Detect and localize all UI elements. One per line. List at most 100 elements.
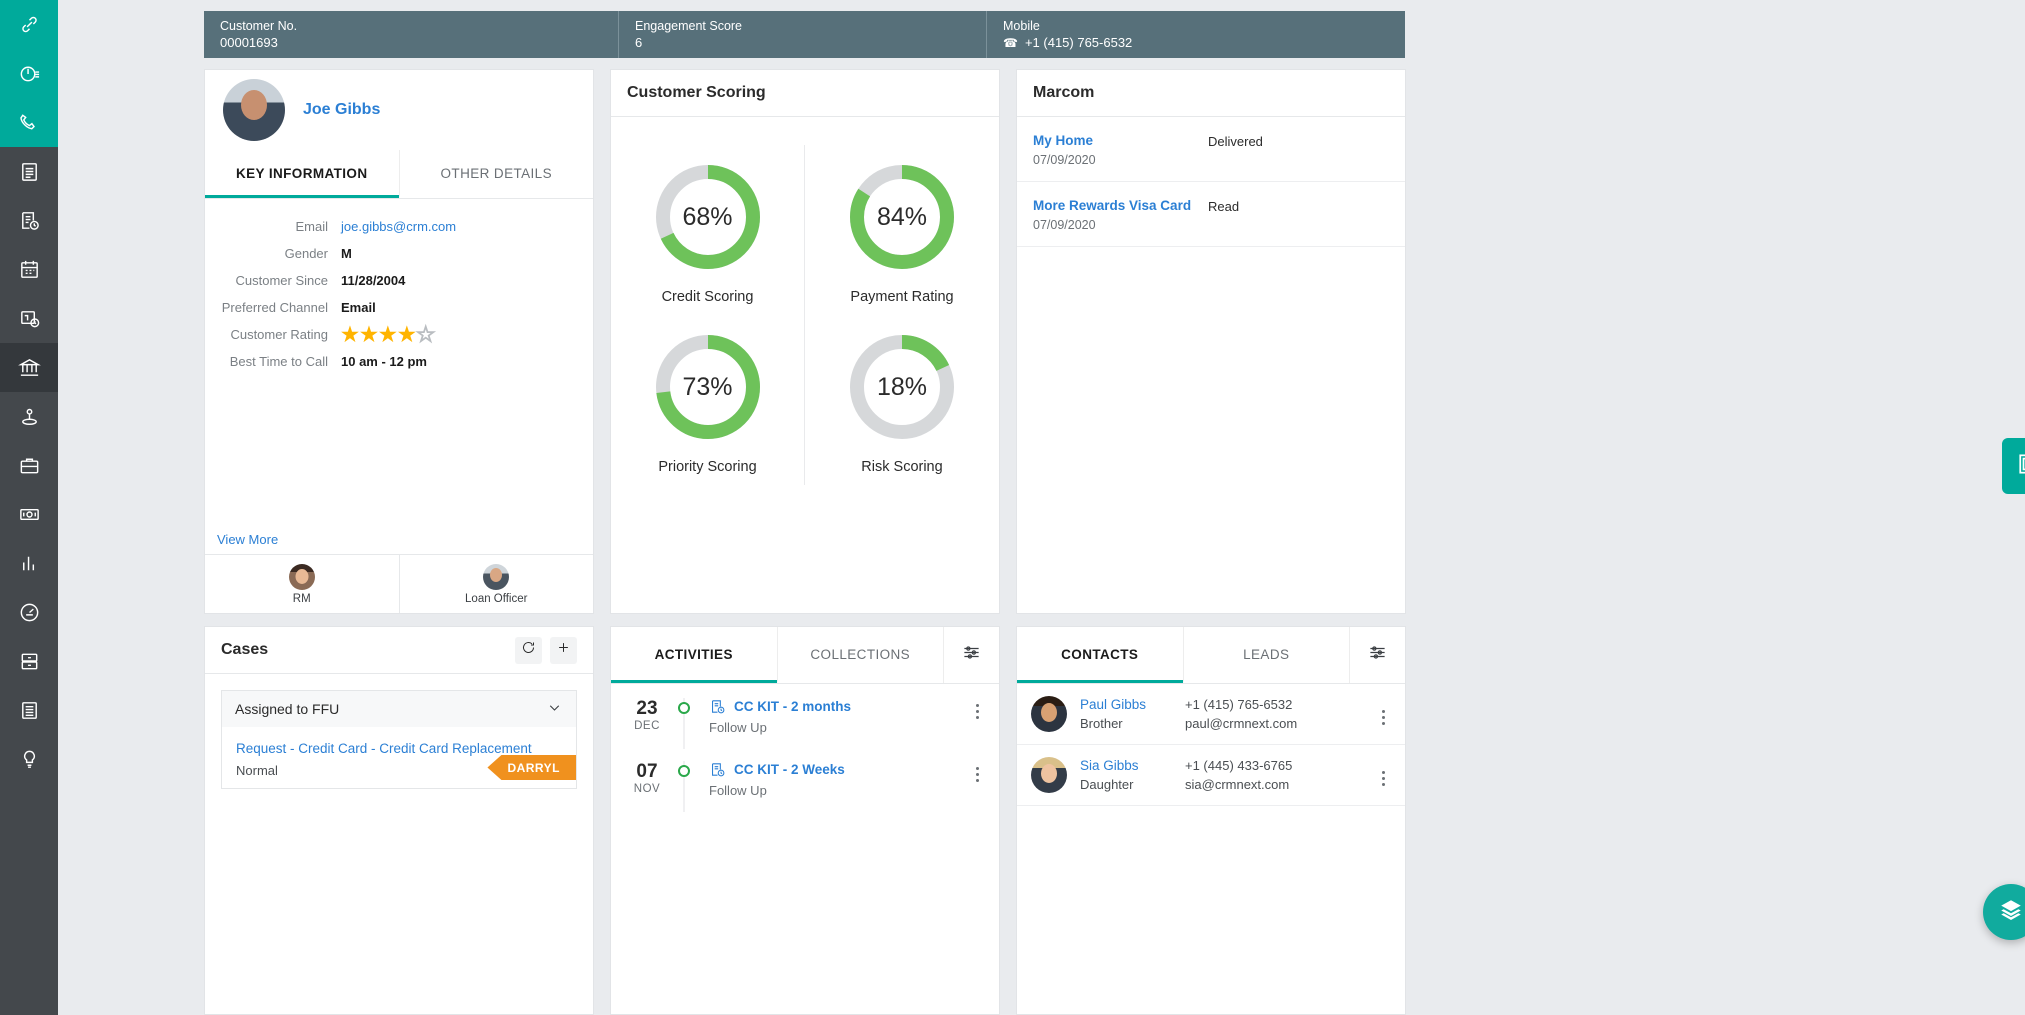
list-item[interactable]: Sia Gibbs Daughter +1 (445) 433-6765 sia… [1017,745,1405,806]
activity-timeline-track [669,761,699,798]
tab-other-details[interactable]: OTHER DETAILS [398,150,594,198]
activity-more-button[interactable] [965,698,989,719]
tab-activities[interactable]: ACTIVITIES [611,627,777,683]
cash-icon [18,503,41,526]
star-filled-icon[interactable]: ★ [341,325,359,345]
marcom-name[interactable]: My Home [1033,133,1208,148]
sidebar-item-documents[interactable] [0,686,58,735]
marcom-card: Marcom My Home 07/09/2020 Delivered More… [1016,69,1406,614]
star-filled-icon[interactable]: ★ [360,325,378,345]
donut-ring: 73% [654,333,762,441]
sidebar-item-insights[interactable] [0,735,58,784]
owner-loan-officer[interactable]: Loan Officer [398,555,594,613]
task-clock-icon [18,209,41,232]
field-gender: Gender M [205,240,593,267]
field-preferred-channel-value: Email [341,300,376,315]
status-dot-icon [678,702,690,714]
contact-more-button[interactable] [1371,704,1395,725]
cases-card: Cases Assigned to FFU Request - Credit C… [204,626,594,1015]
activities-filter-button[interactable] [943,627,999,683]
sidebar-item-bank[interactable] [0,343,58,392]
case-group-header[interactable]: Assigned to FFU [222,691,576,727]
customer-scoring-header: Customer Scoring [611,70,999,117]
summary-mobile-label: Mobile [1003,18,1040,33]
sidebar-item-archive[interactable] [0,637,58,686]
activity-titleline: CC KIT - 2 Weeks [709,761,965,778]
field-email: Email joe.gibbs@crm.com [205,213,593,240]
star-empty-icon[interactable]: ★ [416,324,435,345]
panel-toggle-button[interactable] [2002,438,2025,494]
bulb-icon [18,748,41,771]
list-item[interactable]: 23 DEC CC KIT - 2 months Follow Up [611,684,999,747]
page-title[interactable]: Joe Gibbs [303,101,380,119]
activity-main: CC KIT - 2 Weeks Follow Up [699,761,965,798]
contact-identity: Sia Gibbs Daughter [1067,758,1185,792]
filter-icon [1368,643,1387,667]
contact-more-button[interactable] [1371,765,1395,786]
field-email-value[interactable]: joe.gibbs@crm.com [341,219,456,234]
star-filled-icon[interactable]: ★ [379,325,397,345]
sidebar-item-notes[interactable] [0,147,58,196]
tab-leads[interactable]: LEADS [1182,627,1350,683]
activity-timeline-track [669,698,699,735]
list-item[interactable]: More Rewards Visa Card 07/09/2020 Read [1017,182,1405,247]
tab-contacts[interactable]: CONTACTS [1017,627,1183,683]
donut-value: 68% [682,202,733,231]
lead-icon [18,405,41,428]
activity-date: 23 DEC [625,698,669,732]
briefcase-icon [18,454,41,477]
summary-customer-no-label: Customer No. [220,18,298,33]
activity-title[interactable]: CC KIT - 2 months [734,699,851,714]
task-clock-icon [709,761,726,778]
activities-card: ACTIVITIES COLLECTIONS 23 DEC CC KIT - 2… [610,626,1000,1015]
sidebar-item-calendar[interactable] [0,245,58,294]
field-preferred-channel-label: Preferred Channel [221,300,328,315]
sidebar-item-schedule[interactable] [0,294,58,343]
sidebar-item-reports[interactable] [0,539,58,588]
contact-phone: +1 (445) 433-6765 [1185,758,1293,773]
sidebar-item-opportunities[interactable] [0,441,58,490]
chevron-down-icon[interactable] [546,699,563,719]
refresh-button[interactable] [515,636,542,664]
field-email-label: Email [295,219,328,234]
sidebar-item-call[interactable] [0,98,58,147]
list-item[interactable]: 07 NOV CC KIT - 2 Weeks Follow Up [611,747,999,810]
tab-key-information[interactable]: KEY INFORMATION [205,150,399,198]
sidebar-item-tasks[interactable] [0,196,58,245]
schedule-icon [18,307,41,330]
sidebar-item-links[interactable] [0,0,58,49]
donut-value: 73% [682,372,733,401]
notepad-icon [18,160,41,183]
avatar [288,563,315,590]
view-more-link[interactable]: View More [217,532,278,547]
contact-name[interactable]: Sia Gibbs [1080,758,1185,773]
phone-icon: ☎ [1003,35,1018,50]
filter-icon [962,643,981,667]
activity-title[interactable]: CC KIT - 2 Weeks [734,762,845,777]
add-case-button[interactable] [550,636,577,664]
sidebar-item-leads[interactable] [0,392,58,441]
list-item[interactable]: My Home 07/09/2020 Delivered [1017,117,1405,182]
sidebar-item-timer[interactable] [0,49,58,98]
field-gender-value: M [341,246,352,261]
donut-label: Priority Scoring [658,459,757,475]
contact-relation: Daughter [1080,777,1134,792]
contact-relation: Brother [1080,716,1123,731]
sidebar-item-payments[interactable] [0,490,58,539]
contact-name[interactable]: Paul Gibbs [1080,697,1185,712]
marcom-name[interactable]: More Rewards Visa Card [1033,198,1208,213]
donut-label: Credit Scoring [661,289,754,305]
link-icon [18,13,41,36]
contacts-filter-button[interactable] [1349,627,1405,683]
star-filled-icon[interactable]: ★ [398,325,416,345]
cases-title: Cases [221,641,269,658]
list-item[interactable]: Paul Gibbs Brother +1 (415) 765-6532 pau… [1017,684,1405,745]
owner-rm[interactable]: RM [205,555,399,613]
sidebar-item-dashboard[interactable] [0,588,58,637]
activity-subtitle: Follow Up [709,783,767,798]
tab-collections[interactable]: COLLECTIONS [776,627,944,683]
layers-fab-button[interactable] [1983,884,2025,940]
summary-engagement-score: Engagement Score 6 [618,11,986,58]
activity-more-button[interactable] [965,761,989,782]
avatar [483,563,510,590]
